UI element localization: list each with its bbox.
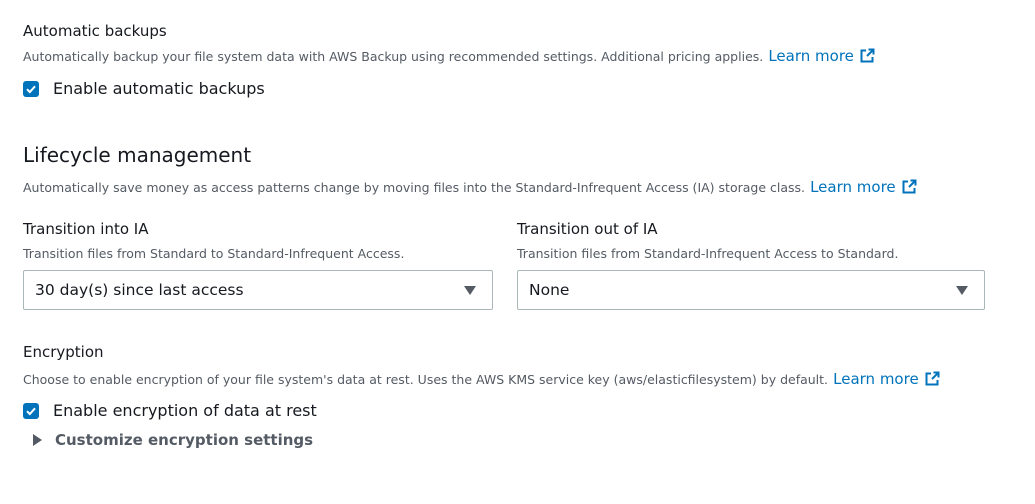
encryption-learn-more-label: Learn more	[833, 370, 919, 388]
encryption-description-row: Choose to enable encryption of your file…	[23, 369, 941, 388]
customize-encryption-expander[interactable]: Customize encryption settings	[33, 431, 313, 449]
lifecycle-description: Automatically save money as access patte…	[23, 180, 805, 195]
external-link-icon	[860, 48, 875, 63]
check-icon	[26, 407, 36, 415]
check-icon	[26, 85, 36, 93]
caret-right-icon	[33, 434, 42, 446]
backups-checkbox-row[interactable]: Enable automatic backups	[23, 79, 265, 98]
backups-description: Automatically backup your file system da…	[23, 49, 764, 64]
encryption-checkbox-label: Enable encryption of data at rest	[53, 401, 317, 420]
backups-learn-more-link[interactable]: Learn more	[768, 47, 876, 65]
encryption-learn-more-link[interactable]: Learn more	[833, 370, 941, 388]
encryption-checkbox-row[interactable]: Enable encryption of data at rest	[23, 401, 317, 420]
external-link-icon	[925, 371, 940, 386]
backups-checkbox[interactable]	[23, 80, 39, 97]
lifecycle-description-row: Automatically save money as access patte…	[23, 177, 918, 196]
lifecycle-learn-more-label: Learn more	[810, 178, 896, 196]
customize-encryption-label: Customize encryption settings	[55, 431, 314, 449]
encryption-description: Choose to enable encryption of your file…	[23, 372, 829, 387]
encryption-title: Encryption	[23, 343, 104, 361]
transition-into-description: Transition files from Standard to Standa…	[23, 246, 405, 261]
backups-title: Automatic backups	[23, 22, 167, 40]
lifecycle-learn-more-link[interactable]: Learn more	[810, 178, 918, 196]
caret-down-icon	[956, 285, 968, 295]
transition-into-select[interactable]: 30 day(s) since last access	[23, 270, 493, 310]
backups-description-row: Automatically backup your file system da…	[23, 46, 876, 65]
external-link-icon	[902, 179, 917, 194]
encryption-checkbox[interactable]	[23, 402, 39, 419]
transition-out-description: Transition files from Standard-Infrequen…	[517, 246, 899, 261]
transition-into-label: Transition into IA	[23, 220, 149, 238]
caret-down-icon	[464, 285, 476, 295]
backups-learn-more-label: Learn more	[768, 47, 854, 65]
transition-out-label: Transition out of IA	[517, 220, 658, 238]
backups-checkbox-label: Enable automatic backups	[53, 79, 265, 98]
lifecycle-heading: Lifecycle management	[23, 143, 252, 167]
transition-out-value: None	[529, 281, 570, 299]
transition-into-value: 30 day(s) since last access	[35, 281, 244, 299]
transition-out-select[interactable]: None	[517, 270, 985, 310]
